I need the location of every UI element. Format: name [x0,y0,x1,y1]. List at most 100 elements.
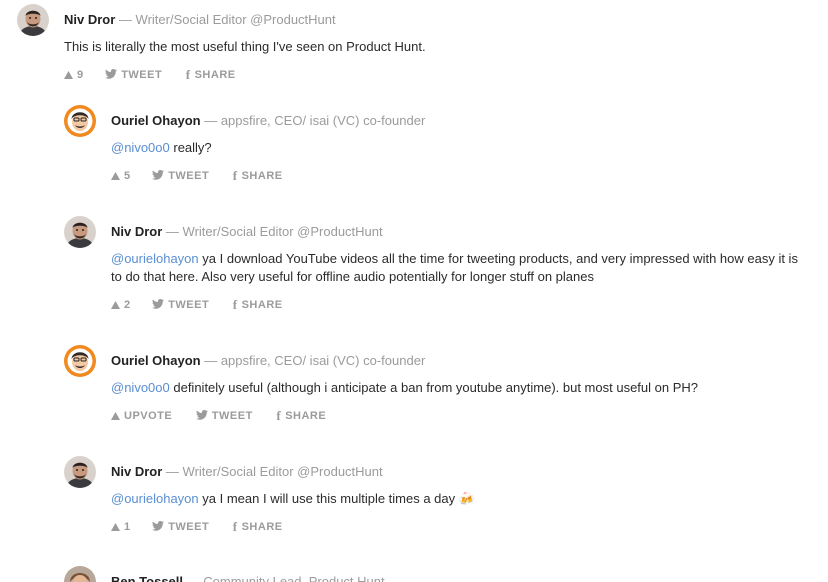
comment-actions: UPVOTE TWEET f SHARE [111,409,346,423]
mention-link[interactable]: @ourielohayon [111,251,199,266]
niv-dror-avatar-icon [64,216,96,248]
niv-dror-avatar-icon [17,4,49,36]
author-headline: Writer/Social Editor @ProductHunt [135,12,336,27]
mention-link[interactable]: @ourielohayon [111,491,199,506]
tweet-button[interactable]: TWEET [152,298,209,312]
tweet-label: TWEET [168,299,210,312]
tweet-button[interactable]: TWEET [105,68,162,82]
avatar[interactable] [64,566,96,582]
share-label: SHARE [285,410,327,423]
upvote-count: 2 [124,299,131,312]
upvote-count: 1 [124,521,131,534]
tweet-label: TWEET [168,521,210,534]
tweet-label: TWEET [121,69,163,82]
twitter-bird-icon [152,299,165,309]
share-button[interactable]: f SHARE [233,298,283,312]
comment-thread: Niv Dror — Writer/Social Editor @Product… [0,0,828,582]
mention-link[interactable]: @nivo0o0 [111,140,170,155]
comment-reply: Ouriel Ohayon — appsfire, CEO/ isai (VC)… [64,105,814,195]
facebook-f-icon: f [232,168,238,184]
ouriel-ohayon-avatar-icon [64,345,96,377]
upvote-button[interactable]: 9 [64,68,84,82]
upvote-label: UPVOTE [124,410,173,423]
upvote-button[interactable]: UPVOTE [111,409,172,423]
avatar[interactable] [64,456,96,488]
twitter-bird-icon [105,69,118,79]
author-name[interactable]: Niv Dror [111,464,162,479]
share-button[interactable]: f SHARE [233,520,283,534]
comment-body: @ourielohayon ya I mean I will use this … [111,490,801,508]
comment-actions: 1 TWEET f SHARE [111,520,303,534]
twitter-bird-icon [152,170,165,180]
share-button[interactable]: f SHARE [233,169,283,183]
comment-actions: 5 TWEET f SHARE [111,169,303,183]
comment-header: Niv Dror — Writer/Social Editor @Product… [111,464,383,480]
avatar[interactable] [64,345,96,377]
avatar[interactable] [17,4,49,36]
comment-text: This is literally the most useful thing … [64,39,426,54]
avatar[interactable] [64,105,96,137]
comment-actions: 9 TWEET f SHARE [64,68,256,82]
triangle-up-icon [111,412,120,421]
share-label: SHARE [241,521,283,534]
upvote-count: 5 [124,170,131,183]
niv-dror-avatar-icon [64,456,96,488]
share-button[interactable]: f SHARE [186,68,236,82]
comment-header: Niv Dror — Writer/Social Editor @Product… [64,12,336,28]
comment-text: ya I download YouTube videos all the tim… [111,251,798,284]
facebook-f-icon: f [232,297,238,313]
comment-header: Ouriel Ohayon — appsfire, CEO/ isai (VC)… [111,113,425,129]
comment-body: This is literally the most useful thing … [64,38,784,56]
facebook-f-icon: f [276,408,282,424]
comment-header: Niv Dror — Writer/Social Editor @Product… [111,224,383,240]
triangle-up-icon [111,523,120,532]
author-name[interactable]: Niv Dror [64,12,115,27]
separator: — [162,464,183,479]
comment-body: @nivo0o0 really? [111,139,791,157]
tweet-button[interactable]: TWEET [152,169,209,183]
tweet-button[interactable]: TWEET [152,520,209,534]
facebook-f-icon: f [185,67,191,83]
upvote-button[interactable]: 1 [111,520,131,534]
triangle-up-icon [111,172,120,181]
comment-actions: 2 TWEET f SHARE [111,298,303,312]
share-button[interactable]: f SHARE [276,409,326,423]
ouriel-ohayon-avatar-icon [64,105,96,137]
author-name[interactable]: Niv Dror [111,224,162,239]
twitter-bird-icon [195,410,208,420]
comment-body: @ourielohayon ya I download YouTube vide… [111,250,801,286]
tweet-label: TWEET [211,410,253,423]
upvote-button[interactable]: 2 [111,298,131,312]
comment-body: @nivo0o0 definitely useful (although i a… [111,379,801,397]
author-name[interactable]: Ouriel Ohayon [111,113,201,128]
comment-reply: Niv Dror — Writer/Social Editor @Product… [64,456,814,546]
mention-link[interactable]: @nivo0o0 [111,380,170,395]
comment-reply: Niv Dror — Writer/Social Editor @Product… [64,216,814,316]
upvote-button[interactable]: 5 [111,169,131,183]
share-label: SHARE [241,170,283,183]
triangle-up-icon [111,301,120,310]
separator: — [183,574,204,582]
separator: — [115,12,136,27]
tweet-button[interactable]: TWEET [195,409,253,423]
tweet-label: TWEET [168,170,210,183]
facebook-f-icon: f [232,519,238,535]
avatar[interactable] [64,216,96,248]
author-name[interactable]: Ben Tossell [111,574,183,582]
author-name[interactable]: Ouriel Ohayon [111,353,201,368]
share-label: SHARE [241,299,283,312]
twitter-bird-icon [152,521,165,531]
share-label: SHARE [194,69,236,82]
ben-tossell-avatar-icon [64,566,96,582]
comment-reply: Ben Tossell — Community Lead, Product Hu… [64,566,814,582]
comment-header: Ouriel Ohayon — appsfire, CEO/ isai (VC)… [111,353,425,369]
author-headline: Community Lead, Product Hunt [203,574,385,582]
comment-text: ya I mean I will use this multiple times… [198,491,475,506]
separator: — [200,113,221,128]
author-headline: Writer/Social Editor @ProductHunt [182,464,383,479]
author-headline: appsfire, CEO/ isai (VC) co-founder [220,113,426,128]
comment: Niv Dror — Writer/Social Editor @Product… [17,4,817,94]
separator: — [200,353,221,368]
author-headline: Writer/Social Editor @ProductHunt [182,224,383,239]
comment-text: really? [169,140,212,155]
